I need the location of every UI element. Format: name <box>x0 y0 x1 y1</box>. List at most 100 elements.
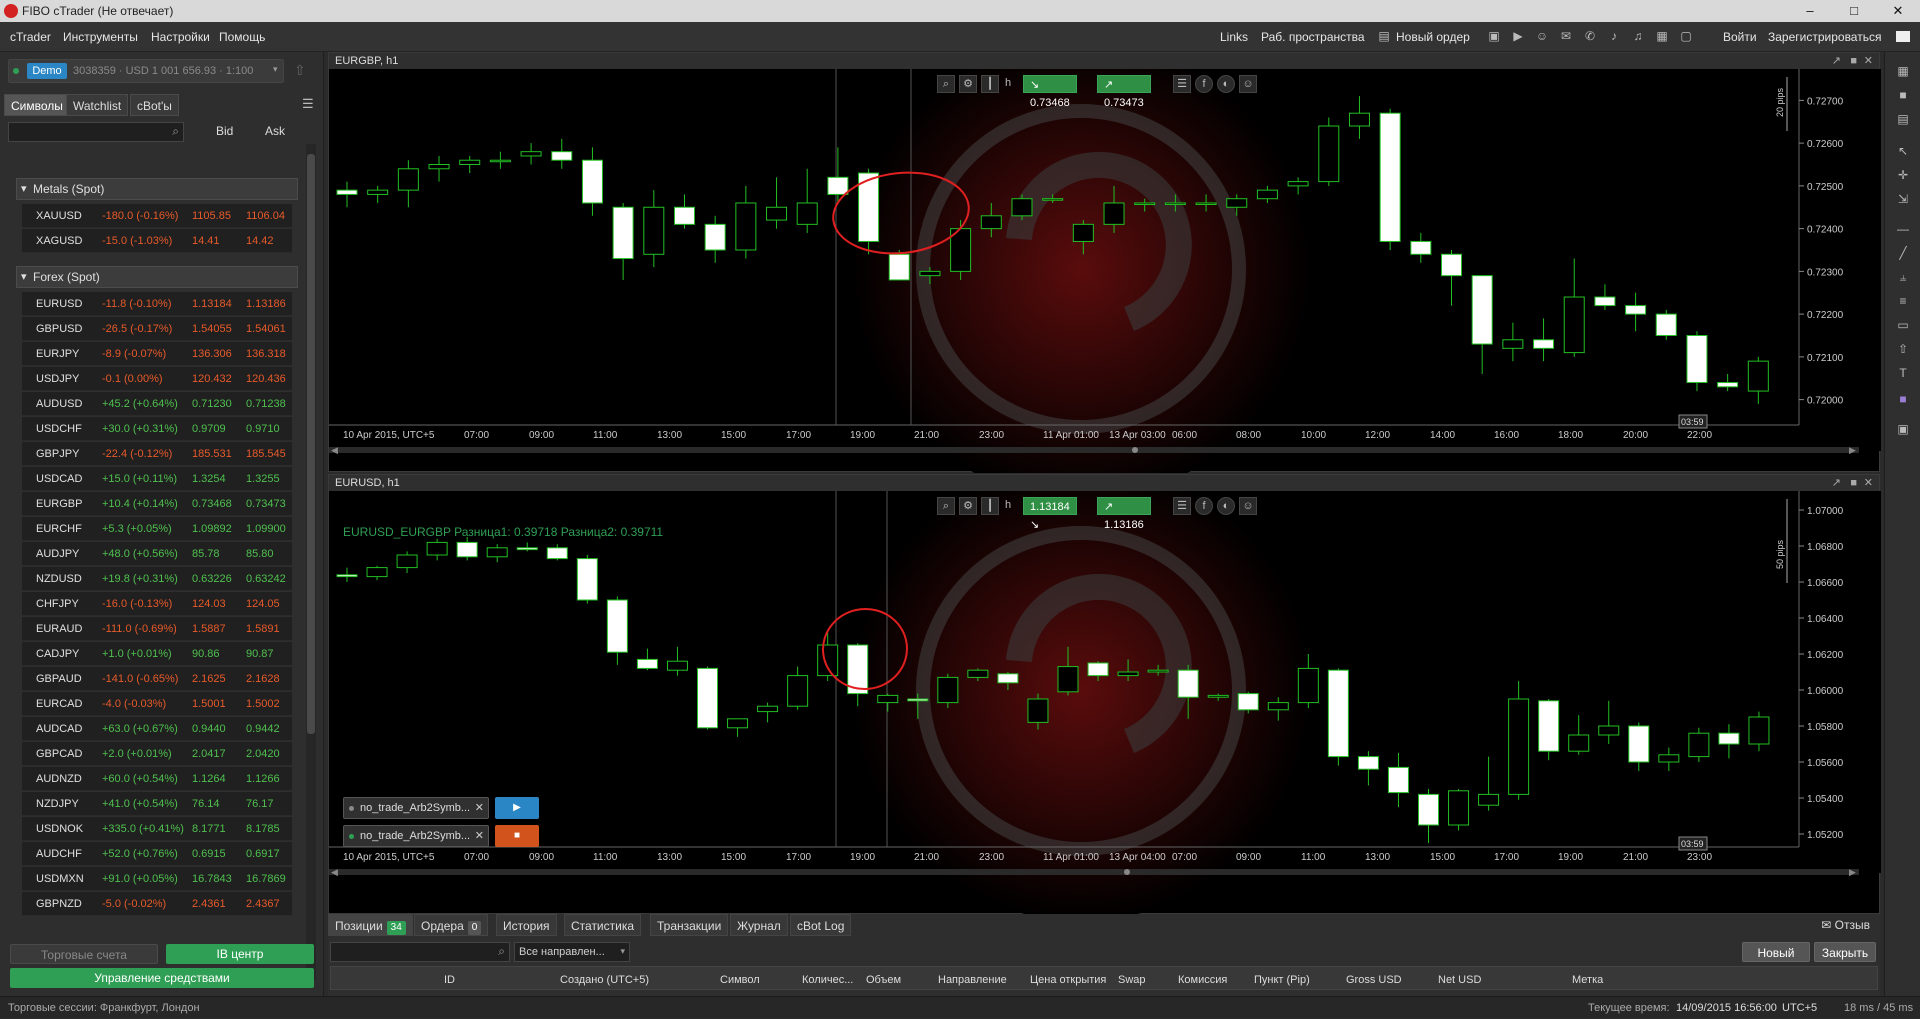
candles-icon[interactable]: ┃ <box>981 497 999 515</box>
hline-icon[interactable]: ― <box>1895 222 1911 238</box>
symbols-scroll-thumb[interactable] <box>307 154 315 734</box>
cbot-instance-1[interactable]: no_trade_Arb2Symb... ✕ <box>343 797 489 819</box>
arrow-icon[interactable]: ⇧ <box>1895 342 1911 358</box>
bell-icon[interactable]: ♪ <box>1606 29 1622 43</box>
symbol-row[interactable]: AUDUSD +45.2 (+0.64%) 0.71230 0.71238 <box>22 392 292 416</box>
cbot-instance-2[interactable]: no_trade_Arb2Symb... ✕ <box>343 825 489 847</box>
tab-statistics[interactable]: Статистика <box>564 914 642 936</box>
user-icon[interactable]: ☺ <box>1239 75 1257 93</box>
fullscreen-icon[interactable]: ▢ <box>1678 29 1694 43</box>
symbol-row[interactable]: GBPAUD -141.0 (-0.65%) 2.1625 2.1628 <box>22 667 292 691</box>
group-header[interactable]: Forex (Spot) <box>16 266 298 288</box>
maximize-icon[interactable]: □ <box>1832 0 1876 22</box>
stop-bot-button[interactable]: ■ <box>495 825 539 847</box>
chart-canvas[interactable]: 1.07000 1.06800 1.06600 1.06400 1.06200 1.060… <box>329 461 1881 921</box>
zoom-icon[interactable]: ⌕ <box>937 497 955 515</box>
list-indicators-icon[interactable]: ☰ <box>1173 75 1191 93</box>
tab-positions[interactable]: Позиции 34 <box>328 914 413 936</box>
ib-center-button[interactable]: IB центр <box>166 944 314 964</box>
chat-icon[interactable]: ✉ <box>1558 29 1574 43</box>
detach-icon[interactable]: ↗ <box>1832 475 1841 491</box>
scroll-left-icon[interactable]: ◀ <box>331 867 338 877</box>
upload-icon[interactable]: ⇧ <box>294 62 306 79</box>
settings-icon[interactable]: ⚙ <box>959 497 977 515</box>
close-icon[interactable]: ✕ <box>1876 0 1920 22</box>
candles-icon[interactable]: ┃ <box>981 75 999 93</box>
close-chart-icon[interactable]: ✕ <box>1864 475 1873 491</box>
symbol-row[interactable]: USDJPY -0.1 (0.00%) 120.432 120.436 <box>22 367 292 391</box>
sell-price-button[interactable]: 1.13184 ↘ <box>1023 497 1077 531</box>
bid-column-header[interactable]: Bid <box>216 124 233 138</box>
timeframe-icon[interactable]: h <box>1003 75 1013 93</box>
symbol-row[interactable]: USDCAD +15.0 (+0.11%) 1.3254 1.3255 <box>22 467 292 491</box>
trendline-icon[interactable]: ╱ <box>1895 246 1911 262</box>
chart-canvas[interactable]: 0.72700 0.72600 0.72500 0.72400 0.72300 0.722… <box>329 39 1881 499</box>
symbol-row[interactable]: USDCHF +30.0 (+0.31%) 0.9709 0.9710 <box>22 417 292 441</box>
settings-icon[interactable]: ⚙ <box>959 75 977 93</box>
tab-cbots[interactable]: cBot'ы <box>130 94 179 116</box>
group-header[interactable]: Metals (Spot) <box>16 178 298 200</box>
pitchfork-icon[interactable]: ⫨ <box>1895 270 1911 286</box>
remove-bot-icon[interactable]: ✕ <box>475 826 484 846</box>
column-header[interactable]: Количес... <box>802 974 853 986</box>
column-header[interactable]: Gross USD <box>1346 974 1402 986</box>
workspaces-button[interactable]: Раб. пространства <box>1261 30 1365 44</box>
symbol-row[interactable]: EURJPY -8.9 (-0.07%) 136.306 136.318 <box>22 342 292 366</box>
menu-settings[interactable]: Настройки <box>151 30 210 44</box>
links-button[interactable]: Links <box>1220 30 1248 44</box>
symbol-row[interactable]: GBPJPY -22.4 (-0.12%) 185.531 185.545 <box>22 442 292 466</box>
video-icon[interactable]: ▶ <box>1510 29 1526 43</box>
symbol-row[interactable]: EURGBP +10.4 (+0.14%) 0.73468 0.73473 <box>22 492 292 516</box>
close-chart-icon[interactable]: ✕ <box>1864 53 1873 69</box>
column-header[interactable]: Пункт (Pip) <box>1254 974 1310 986</box>
user-icon[interactable]: ☺ <box>1239 497 1257 515</box>
feedback-button[interactable]: ✉ Отзыв <box>1821 918 1870 932</box>
symbol-row[interactable]: GBPCAD +2.0 (+0.01%) 2.0417 2.0420 <box>22 742 292 766</box>
layout-icon[interactable]: ▦ <box>1654 29 1670 43</box>
ask-column-header[interactable]: Ask <box>265 124 285 138</box>
symbol-row[interactable]: USDMXN +91.0 (+0.05%) 16.7843 16.7869 <box>22 867 292 891</box>
indicator-icon[interactable]: f <box>1195 75 1213 93</box>
trade-accounts-button[interactable]: Торговые счета <box>10 944 158 964</box>
single-layout-icon[interactable]: ■ <box>1895 88 1911 104</box>
mail-icon[interactable]: ✆ <box>1582 29 1598 43</box>
symbol-row[interactable]: XAGUSD -15.0 (-1.03%) 14.41 14.42 <box>22 229 292 253</box>
eurgbp-chart-svg[interactable]: 0.72700 0.72600 0.72500 0.72400 0.72300 0.722… <box>329 39 1881 499</box>
theme-icon[interactable]: ◐ <box>1217 497 1235 515</box>
remove-bot-icon[interactable]: ✕ <box>475 798 484 818</box>
scroll-right-icon[interactable]: ▶ <box>1849 867 1856 877</box>
menu-ctrader[interactable]: cTrader <box>10 30 51 44</box>
symbol-row[interactable]: AUDCAD +63.0 (+0.67%) 0.9440 0.9442 <box>22 717 292 741</box>
chart-h-scrollbar[interactable] <box>329 869 1859 875</box>
text-icon[interactable]: T <box>1895 366 1911 382</box>
menu-instruments[interactable]: Инструменты <box>63 30 138 44</box>
column-header[interactable]: Комиссия <box>1178 974 1227 986</box>
people-icon[interactable]: ☺ <box>1534 29 1550 43</box>
symbol-row[interactable]: AUDCHF +52.0 (+0.76%) 0.6915 0.6917 <box>22 842 292 866</box>
login-button[interactable]: Войти <box>1723 30 1757 44</box>
close-all-button[interactable]: Закрыть все <box>1814 942 1876 980</box>
tab-cbot-log[interactable]: cBot Log <box>790 914 852 936</box>
indicator-icon[interactable]: f <box>1195 497 1213 515</box>
new-order-bottom-button[interactable]: Новый ордер <box>1742 942 1810 980</box>
column-header[interactable]: Swap <box>1118 974 1146 986</box>
tab-symbols[interactable]: Символы <box>4 94 70 116</box>
order-icon[interactable]: ▤ <box>1376 29 1392 43</box>
sell-price-button[interactable]: ↘ 0.73468 <box>1023 75 1077 109</box>
positions-search-input[interactable]: ⌕ <box>330 942 510 962</box>
symbol-row[interactable]: EURUSD -11.8 (-0.10%) 1.13184 1.13186 <box>22 292 292 316</box>
sound-icon[interactable]: ♫ <box>1630 29 1646 43</box>
column-header[interactable]: Метка <box>1572 974 1603 986</box>
symbol-row[interactable]: NZDJPY +41.0 (+0.54%) 76.14 76.17 <box>22 792 292 816</box>
new-order-button[interactable]: Новый ордер <box>1396 30 1470 44</box>
scroll-left-icon[interactable]: ◀ <box>331 445 338 455</box>
symbol-row[interactable]: AUDNZD +60.0 (+0.54%) 1.1264 1.1266 <box>22 767 292 791</box>
column-header[interactable]: Направление <box>938 974 1007 986</box>
symbol-row[interactable]: XAUUSD -180.0 (-0.16%) 1105.85 1106.04 <box>22 204 292 228</box>
minimize-icon[interactable]: – <box>1788 0 1832 22</box>
window-icon[interactable]: ▣ <box>1486 29 1502 43</box>
column-header[interactable]: Цена открытия <box>1030 974 1106 986</box>
funds-management-button[interactable]: Управление средствами <box>10 968 314 988</box>
direction-filter-select[interactable]: Все направлен... ▾ <box>514 942 630 962</box>
theme-icon[interactable]: ◐ <box>1217 75 1235 93</box>
